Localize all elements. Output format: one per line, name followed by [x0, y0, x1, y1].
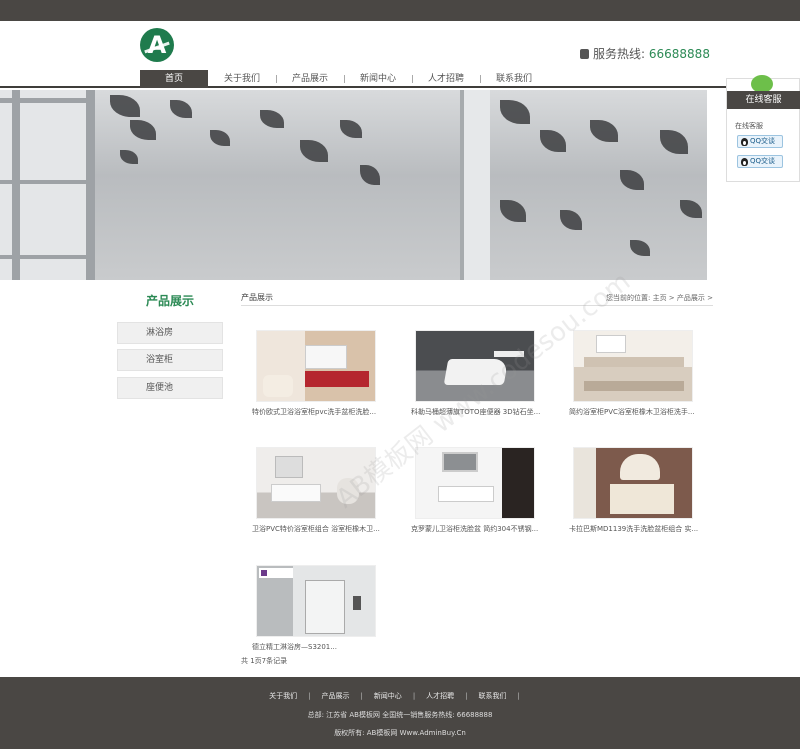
banner-window: [0, 90, 95, 280]
top-bar: [0, 0, 800, 21]
product-caption[interactable]: 德立精工淋浴房—S3201...: [252, 642, 402, 652]
breadcrumb[interactable]: 您当前的位置: 主页 > 产品展示 >: [606, 293, 713, 303]
nav-about[interactable]: 关于我们: [208, 70, 276, 88]
pagination-info: 共 1页7条记录: [241, 657, 288, 665]
qq-penguin-icon: [741, 158, 748, 166]
nav-news[interactable]: 新闻中心: [344, 70, 412, 88]
product-caption[interactable]: 卫浴PVC特价浴室柜组合 浴室柜橡木卫...: [252, 524, 402, 534]
footer-link-news[interactable]: 新闻中心: [374, 692, 402, 700]
hero-banner: [0, 90, 707, 280]
product-caption[interactable]: 科勒马桶超薄旗TOTO座便器 3D钻石坐...: [411, 407, 561, 417]
nav-jobs[interactable]: 人才招聘: [412, 70, 480, 88]
product-caption[interactable]: 克罗蒙儿卫浴柜洗脸盆 简约304不锈钢...: [411, 524, 561, 534]
product-image[interactable]: [256, 447, 376, 519]
chat-widget-title: 在线客服: [727, 91, 800, 109]
nav-contact[interactable]: 联系我们: [480, 70, 548, 88]
product-image[interactable]: [256, 330, 376, 402]
hotline-label: 服务热线:: [593, 47, 646, 61]
section-header: 产品展示 您当前的位置: 主页 > 产品展示 >: [241, 290, 713, 306]
sidebar-item-shower[interactable]: 淋浴房: [117, 322, 223, 344]
main-nav: 首页 关于我们 产品展示 新闻中心 人才招聘 联系我们: [0, 70, 800, 88]
sidebar-item-toilet[interactable]: 座便池: [117, 377, 223, 399]
sidebar-title: 产品展示: [146, 294, 195, 308]
site-logo[interactable]: A: [140, 28, 174, 62]
nav-home[interactable]: 首页: [140, 70, 208, 88]
product-image[interactable]: [415, 330, 535, 402]
hotline-number: 66688888: [648, 47, 710, 61]
product-caption[interactable]: 卡拉巴斯MD1139洗手洗脸盆柜组合 实...: [569, 524, 719, 534]
phone-icon: [580, 49, 589, 59]
product-image[interactable]: [256, 565, 376, 637]
footer-link-jobs[interactable]: 人才招聘: [426, 692, 454, 700]
nav-products[interactable]: 产品展示: [276, 70, 344, 88]
product-caption[interactable]: 特价欧式卫浴浴室柜pvc洗手盆柜洗脸...: [252, 407, 402, 417]
footer-address: 总部: 江苏省 AB模板网 全国统一销售服务热线: 66688888: [307, 711, 493, 719]
qq-penguin-icon: [741, 138, 748, 146]
product-image[interactable]: [573, 330, 693, 402]
footer-link-about[interactable]: 关于我们: [269, 692, 297, 700]
qq-chat-button[interactable]: QQ交谈: [737, 155, 783, 168]
banner-pillar: [460, 90, 490, 280]
product-image[interactable]: [573, 447, 693, 519]
footer-links: 关于我们 | 产品展示 | 新闻中心 | 人才招聘 | 联系我们 |: [269, 692, 520, 700]
footer-link-products[interactable]: 产品展示: [321, 692, 349, 700]
footer-link-contact[interactable]: 联系我们: [479, 692, 507, 700]
footer: 关于我们 | 产品展示 | 新闻中心 | 人才招聘 | 联系我们 | 总部: 江苏省 AB模板网 …: [0, 677, 800, 749]
section-title: 产品展示: [241, 293, 273, 302]
footer-copyright: 版权所有: AB模板网 Www.AdminBuy.Cn: [334, 729, 466, 737]
product-image[interactable]: [415, 447, 535, 519]
product-caption[interactable]: 简约浴室柜PVC浴室柜橡木卫浴柜洗手...: [569, 407, 719, 417]
hotline: 服务热线: 66688888: [580, 45, 710, 62]
sidebar-item-cabinet[interactable]: 浴室柜: [117, 349, 223, 371]
qq-chat-button[interactable]: QQ交谈: [737, 135, 783, 148]
chat-widget-subtitle: 在线客服: [735, 122, 763, 130]
online-service-widget: 在线客服 在线客服 QQ交谈 QQ交谈: [726, 75, 800, 182]
